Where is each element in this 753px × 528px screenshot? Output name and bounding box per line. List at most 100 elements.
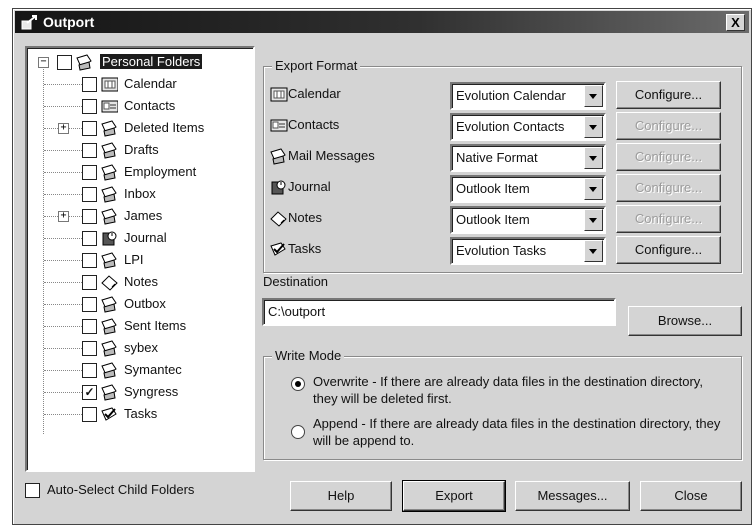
mail-folder-icon [101, 164, 117, 181]
notes-icon [101, 275, 118, 291]
dropdown-arrow-icon[interactable] [584, 147, 603, 169]
tree-item-sent-items[interactable]: Sent Items [27, 316, 247, 336]
tree-item-deleted-items[interactable]: + Deleted Items [27, 118, 247, 138]
mail-folder-icon [101, 120, 117, 137]
configure-button-contacts[interactable]: Configure... [616, 112, 721, 140]
tree-item-lpi[interactable]: LPI [27, 250, 247, 270]
dropdown-arrow-icon[interactable] [584, 116, 603, 138]
dropdown-arrow-icon[interactable] [584, 209, 603, 231]
tree-item-sybex[interactable]: sybex [27, 338, 247, 358]
tree-item-outbox[interactable]: Outbox [27, 294, 247, 314]
checkbox-tasks[interactable] [82, 407, 97, 422]
auto-select-label: Auto-Select Child Folders [47, 482, 195, 497]
mail-icon [270, 148, 286, 165]
folder-tree[interactable]: − Personal Folders Calendar Contacts + Dele… [25, 46, 255, 472]
dropdown-arrow-icon[interactable] [584, 85, 603, 107]
calendar-icon [101, 77, 118, 92]
help-button[interactable]: Help [290, 481, 392, 511]
close-window-button[interactable]: X [726, 14, 745, 31]
tree-item-label: Tasks [124, 406, 158, 421]
tree-item-label: James [124, 208, 163, 223]
mail-folder-icon [76, 54, 92, 71]
tree-item-james[interactable]: + James [27, 206, 247, 226]
mail-folder-icon [101, 318, 117, 335]
tree-item-tasks[interactable]: Tasks [27, 404, 247, 424]
format-select-notes[interactable]: Outlook Item [450, 206, 606, 234]
configure-button-mail-messages[interactable]: Configure... [616, 143, 721, 171]
tree-item-inbox[interactable]: Inbox [27, 184, 247, 204]
tree-item-label: sybex [124, 340, 158, 355]
format-select-contacts[interactable]: Evolution Contacts [450, 113, 606, 141]
checkbox-notes[interactable] [82, 275, 97, 290]
format-select-value: Outlook Item [456, 212, 530, 227]
calendar-icon [270, 87, 288, 102]
checkbox-lpi[interactable] [82, 253, 97, 268]
title-bar: Outport X [15, 11, 749, 33]
checkbox-james[interactable] [82, 209, 97, 224]
notes-icon [270, 211, 287, 227]
tree-item-syngress[interactable]: ✓ Syngress [27, 382, 247, 402]
format-select-mail-messages[interactable]: Native Format [450, 144, 606, 172]
tree-item-drafts[interactable]: Drafts [27, 140, 247, 160]
tree-item-contacts[interactable]: Contacts [27, 96, 247, 116]
checkbox-drafts[interactable] [82, 143, 97, 158]
mail-folder-icon [101, 340, 117, 357]
mail-folder-icon [101, 252, 117, 269]
tree-item-notes[interactable]: Notes [27, 272, 247, 292]
checkbox-employment[interactable] [82, 165, 97, 180]
configure-button-notes[interactable]: Configure... [616, 205, 721, 233]
messages-button[interactable]: Messages... [515, 481, 630, 511]
tasks-icon [270, 242, 286, 256]
format-select-value: Evolution Contacts [456, 119, 565, 134]
checkbox-contacts[interactable] [82, 99, 97, 114]
checkbox-outbox[interactable] [82, 297, 97, 312]
browse-button[interactable]: Browse... [628, 306, 742, 336]
overwrite-radio[interactable] [291, 377, 305, 391]
dropdown-arrow-icon[interactable] [584, 240, 603, 262]
checkbox-sybex[interactable] [82, 341, 97, 356]
checkbox-symantec[interactable] [82, 363, 97, 378]
format-select-value: Outlook Item [456, 181, 530, 196]
checkbox-inbox[interactable] [82, 187, 97, 202]
checkbox-personal-folders[interactable] [57, 55, 72, 70]
expand-toggle[interactable]: + [58, 211, 69, 222]
mail-folder-icon [101, 208, 117, 225]
tree-item-label: Inbox [124, 186, 156, 201]
checkbox-syngress[interactable]: ✓ [82, 385, 97, 400]
contacts-icon [101, 100, 118, 113]
app-icon [21, 15, 37, 30]
export-row-tasks: Tasks Evolution Tasks Configure... [264, 235, 724, 265]
tree-item-calendar[interactable]: Calendar [27, 74, 247, 94]
tree-item-journal[interactable]: Journal [27, 228, 247, 248]
configure-button-tasks[interactable]: Configure... [616, 236, 721, 264]
export-label-contacts: Contacts [288, 117, 340, 132]
configure-button-calendar[interactable]: Configure... [616, 81, 721, 109]
export-label-tasks: Tasks [288, 241, 322, 256]
format-select-tasks[interactable]: Evolution Tasks [450, 237, 606, 265]
checkbox-deleted-items[interactable] [82, 121, 97, 136]
checkbox-calendar[interactable] [82, 77, 97, 92]
destination-input[interactable]: C:\outport [262, 298, 616, 326]
tree-item-employment[interactable]: Employment [27, 162, 247, 182]
tree-item-label: Outbox [124, 296, 166, 311]
export-row-contacts: Contacts Evolution Contacts Configure... [264, 111, 724, 141]
expand-toggle[interactable]: + [58, 123, 69, 134]
format-select-journal[interactable]: Outlook Item [450, 175, 606, 203]
tree-item-symantec[interactable]: Symantec [27, 360, 247, 380]
tree-item-label: Drafts [124, 142, 159, 157]
checkbox-sent-items[interactable] [82, 319, 97, 334]
checkbox-journal[interactable] [82, 231, 97, 246]
destination-value: C:\outport [268, 304, 326, 319]
configure-button-journal[interactable]: Configure... [616, 174, 721, 202]
append-text: Append - If there are already data files… [313, 416, 721, 448]
dropdown-arrow-icon[interactable] [584, 178, 603, 200]
export-row-calendar: Calendar Evolution Calendar Configure... [264, 80, 724, 110]
append-radio[interactable] [291, 425, 305, 439]
close-button[interactable]: Close [640, 481, 742, 511]
collapse-toggle[interactable]: − [38, 57, 49, 68]
export-button[interactable]: Export [402, 480, 506, 512]
auto-select-checkbox[interactable] [25, 483, 40, 498]
mail-folder-icon [101, 384, 117, 401]
tree-item-personal-folders[interactable]: − Personal Folders [27, 52, 247, 72]
format-select-calendar[interactable]: Evolution Calendar [450, 82, 606, 110]
